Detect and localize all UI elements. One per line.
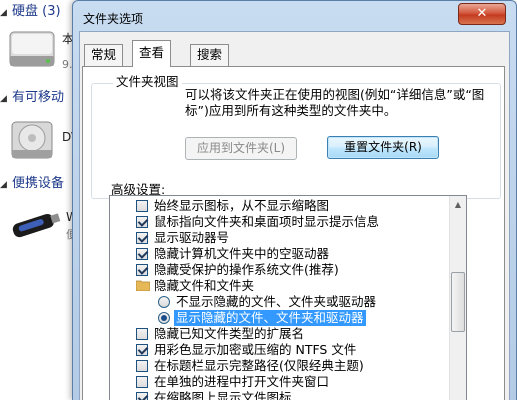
checkbox[interactable] (136, 248, 148, 260)
tab-search[interactable]: 搜索 (190, 44, 230, 66)
checkbox[interactable] (136, 344, 148, 356)
title-bar[interactable]: 文件夹选项 ✕ (73, 1, 516, 35)
checkbox[interactable] (136, 264, 148, 276)
dvd-drive-icon[interactable] (10, 116, 56, 162)
collapse-arrow-icon[interactable]: ◢ (0, 180, 12, 190)
checkbox[interactable] (136, 216, 148, 228)
folder-icon (136, 280, 150, 291)
tab-view[interactable]: 查看 (132, 40, 172, 67)
folder-views-label: 文件夹视图 (113, 71, 182, 90)
folder-views-description: 可以将该文件夹正在使用的视图(例如“详细信息”或“图标”)应用到所有这种类型的文… (185, 87, 485, 118)
checkbox[interactable] (136, 328, 148, 340)
checkbox[interactable] (136, 392, 148, 400)
close-button[interactable]: ✕ (458, 3, 506, 25)
scroll-up-arrow-icon[interactable]: ▲ (450, 196, 466, 213)
radio-button[interactable] (158, 296, 170, 308)
collapse-arrow-icon[interactable]: ◢ (0, 94, 12, 104)
hard-drive-icon[interactable] (8, 28, 56, 70)
portable-device-icon[interactable] (8, 210, 62, 238)
checkbox[interactable] (136, 232, 148, 244)
folder-options-dialog: 文件夹选项 ✕ 常规 查看 搜索 文件夹视图 可以将该文件夹正在使用的视图(例如… (72, 0, 517, 400)
scrollbar-thumb[interactable] (451, 272, 465, 332)
collapse-arrow-icon[interactable]: ◢ (0, 8, 12, 18)
tab-general[interactable]: 常规 (84, 44, 124, 66)
hdd-size-fragment: 9. (62, 58, 73, 71)
reset-folders-button[interactable]: 重置文件夹(R) (327, 136, 439, 159)
vertical-scrollbar[interactable]: ▲ (449, 196, 466, 400)
dialog-title: 文件夹选项 (83, 12, 144, 26)
apply-to-folders-button[interactable]: 应用到文件夹(L) (185, 137, 297, 160)
radio-button[interactable] (158, 312, 170, 324)
advanced-settings-list[interactable]: 始终显示图标，从不显示缩略图 鼠标指向文件夹和桌面项时显示提示信息 显示驱动器号… (109, 195, 467, 400)
checkbox[interactable] (136, 200, 148, 212)
checkbox[interactable] (136, 376, 148, 388)
checkbox[interactable] (136, 360, 148, 372)
